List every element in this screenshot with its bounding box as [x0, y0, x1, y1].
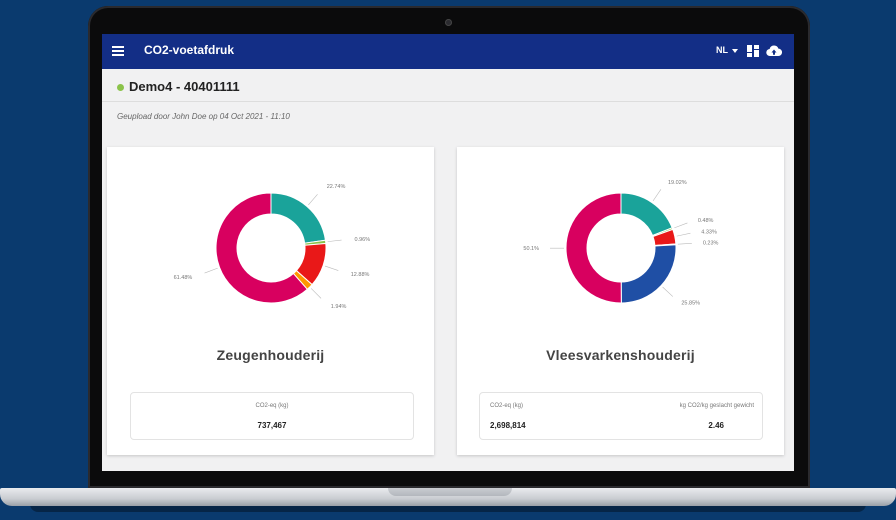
- app-title: CO2-voetafdruk: [144, 43, 235, 57]
- donut-slice: [620, 244, 677, 304]
- label-leader-line: [308, 194, 318, 206]
- dashboard-icon[interactable]: [747, 45, 759, 57]
- slice-label: 1.94%: [331, 304, 347, 310]
- label-leader-line: [327, 239, 342, 242]
- slice-label: 25.85%: [681, 301, 700, 307]
- donut-chart: 22.74% 0.96% 12.88% 1.94% 61.48%: [174, 184, 371, 310]
- slice-label: 0.48%: [698, 218, 714, 224]
- donut-slice: [565, 192, 622, 304]
- slice-label: 12.88%: [351, 272, 370, 278]
- farm-header: Demo4 - 40401111: [102, 69, 794, 102]
- chevron-down-icon[interactable]: [732, 49, 738, 53]
- language-selector[interactable]: NL: [716, 45, 728, 55]
- laptop-notch: [388, 488, 512, 496]
- slice-label: 0.96%: [354, 237, 370, 243]
- stat-label: CO2-eq (kg): [255, 403, 289, 409]
- cloud-upload-icon[interactable]: [766, 44, 782, 58]
- stats-box: CO2-eq (kg) 737,467: [130, 392, 414, 440]
- label-leader-line: [204, 267, 218, 274]
- donut-slice: [620, 192, 673, 237]
- stat-label: CO2-eq (kg): [490, 403, 524, 409]
- card-title: Zeugenhouderij: [216, 347, 325, 363]
- stat-value: 737,467: [257, 421, 287, 430]
- stat-value: 2.46: [708, 421, 724, 430]
- label-leader-line: [662, 286, 674, 297]
- slice-label: 0.23%: [703, 241, 719, 247]
- slice-label: 22.74%: [327, 184, 346, 190]
- app-screen: CO2-voetafdruk NL Demo4 - 40401111 Geupl…: [102, 34, 794, 471]
- label-leader-line: [674, 222, 688, 229]
- slice-label: 19.02%: [668, 180, 687, 186]
- card-title: Vleesvarkenshouderij: [546, 347, 695, 363]
- slice-label: 50.1%: [523, 246, 539, 252]
- label-leader-line: [677, 242, 692, 245]
- top-app-bar: CO2-voetafdruk NL: [102, 34, 794, 69]
- page-title: Demo4 - 40401111: [129, 79, 240, 94]
- hamburger-menu-icon[interactable]: [112, 46, 124, 56]
- slice-label: 4.33%: [701, 229, 717, 235]
- label-leader-line: [652, 189, 662, 202]
- label-leader-line: [324, 265, 339, 271]
- donut-slice: [270, 192, 327, 244]
- status-dot-icon: [117, 84, 124, 91]
- card-vleesvarkenshouderij: 19.02% 0.48% 4.33% 0.23% 25.85% 50.1% Vleesva…: [457, 147, 784, 455]
- label-leader-line: [676, 232, 691, 237]
- slice-label: 61.48%: [174, 275, 193, 281]
- webcam-icon: [445, 19, 452, 26]
- stats-box: CO2-eq (kg) 2,698,814 kg CO2/kg geslacht…: [479, 392, 763, 440]
- stat-value: 2,698,814: [490, 421, 526, 430]
- stat-label: kg CO2/kg geslacht gewicht: [679, 403, 754, 409]
- upload-info: Geupload door John Doe op 04 Oct 2021 - …: [117, 112, 290, 121]
- card-zeugenhouderij: 22.74% 0.96% 12.88% 1.94% 61.48% Zeugenhoude…: [107, 147, 434, 455]
- label-leader-line: [310, 288, 322, 299]
- donut-chart: 19.02% 0.48% 4.33% 0.23% 25.85% 50.1%: [523, 180, 719, 307]
